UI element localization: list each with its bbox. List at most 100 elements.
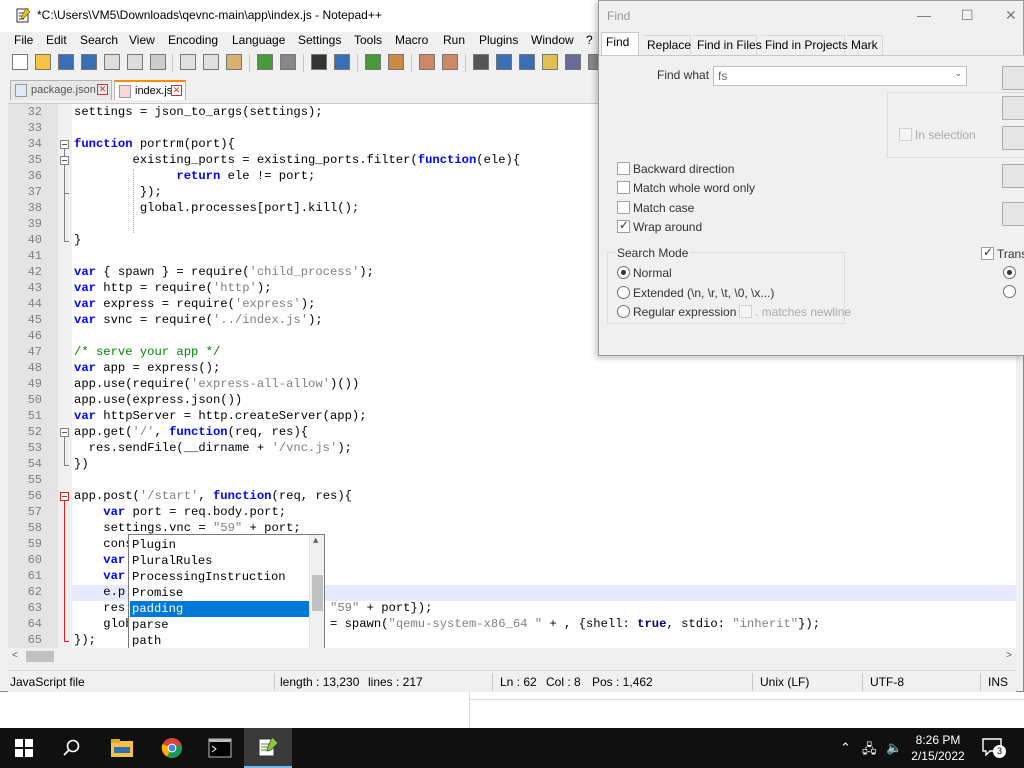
copy-icon[interactable] bbox=[203, 54, 219, 70]
minimize-icon[interactable]: — bbox=[917, 7, 931, 23]
tab-replace[interactable]: Replace bbox=[643, 35, 691, 55]
code-line[interactable]: var { spawn } = require('child_process')… bbox=[74, 265, 374, 279]
close-all-icon[interactable] bbox=[127, 54, 143, 70]
code-line[interactable]: } bbox=[74, 233, 81, 247]
chrome-button[interactable] bbox=[148, 728, 196, 768]
print-icon[interactable] bbox=[150, 54, 166, 70]
fold-toggle-icon[interactable] bbox=[60, 140, 69, 149]
code-line[interactable]: var httpServer = http.createServer(app); bbox=[74, 409, 367, 423]
menu-search[interactable]: Search bbox=[80, 33, 118, 47]
code-line[interactable]: }); bbox=[74, 185, 162, 199]
maximize-icon[interactable]: ☐ bbox=[961, 7, 974, 24]
autocomplete-item[interactable]: Plugin bbox=[130, 537, 310, 553]
find-all-current-button[interactable] bbox=[1002, 164, 1024, 188]
code-line[interactable]: global.processes[port].kill(); bbox=[74, 201, 359, 215]
close-button[interactable] bbox=[1002, 202, 1024, 226]
zoom-in-icon[interactable] bbox=[365, 54, 381, 70]
scroll-thumb[interactable] bbox=[26, 651, 54, 662]
autocomplete-list[interactable]: Plugin PluralRules ProcessingInstruction Pr… bbox=[128, 534, 325, 648]
cut-icon[interactable] bbox=[180, 54, 196, 70]
transparency-always-radio[interactable] bbox=[1003, 285, 1016, 298]
indent-guide-icon[interactable] bbox=[519, 54, 535, 70]
show-all-characters-icon[interactable] bbox=[496, 54, 512, 70]
fold-toggle-icon[interactable] bbox=[60, 428, 69, 437]
search-button[interactable] bbox=[48, 728, 96, 768]
horizontal-scrollbar[interactable]: < > bbox=[8, 648, 1016, 665]
zoom-out-icon[interactable] bbox=[388, 54, 404, 70]
autocomplete-scrollbar[interactable]: ▲ ▼ bbox=[309, 535, 324, 648]
backward-direction-checkbox[interactable] bbox=[617, 162, 630, 175]
word-wrap-icon[interactable] bbox=[473, 54, 489, 70]
menu-window[interactable]: Window bbox=[531, 33, 574, 47]
tab-find[interactable]: Find bbox=[601, 32, 639, 55]
tab-index-js[interactable]: index.js ✕ bbox=[114, 80, 186, 100]
menu-file[interactable]: File bbox=[14, 33, 33, 47]
code-line[interactable]: res.sendFile(__dirname + '/vnc.js'); bbox=[74, 441, 352, 455]
save-icon[interactable] bbox=[58, 54, 74, 70]
normal-mode-radio[interactable] bbox=[617, 266, 630, 279]
code-line[interactable]: var port = req.body.port; bbox=[74, 505, 286, 519]
autocomplete-item[interactable]: parse bbox=[130, 617, 310, 633]
tab-package-json[interactable]: package.json ✕ bbox=[10, 80, 112, 100]
menu-tools[interactable]: Tools bbox=[354, 33, 382, 47]
find-all-button[interactable] bbox=[1002, 126, 1024, 150]
code-line[interactable]: }) bbox=[74, 457, 89, 471]
code-line[interactable]: }); bbox=[74, 633, 96, 647]
matches-newline-checkbox[interactable] bbox=[739, 305, 752, 318]
replace-icon[interactable] bbox=[334, 54, 350, 70]
fold-toggle-icon[interactable] bbox=[60, 492, 69, 501]
match-whole-word-checkbox[interactable] bbox=[617, 181, 630, 194]
paste-icon[interactable] bbox=[226, 54, 242, 70]
in-selection-checkbox[interactable] bbox=[899, 128, 912, 141]
menu-help[interactable]: ? bbox=[586, 33, 593, 47]
status-encoding[interactable]: UTF-8 bbox=[870, 675, 904, 689]
menu-view[interactable]: View bbox=[129, 33, 155, 47]
code-line[interactable]: var express = require('express'); bbox=[74, 297, 315, 311]
tab-find-in-files[interactable]: Find in Files bbox=[693, 35, 762, 55]
chevron-up-icon[interactable]: ⌃ bbox=[840, 740, 851, 756]
autocomplete-item[interactable]: Promise bbox=[130, 585, 310, 601]
code-line[interactable]: app.post('/start', function(req, res){ bbox=[74, 489, 352, 503]
menu-edit[interactable]: Edit bbox=[46, 33, 67, 47]
open-file-icon[interactable] bbox=[35, 54, 51, 70]
save-all-icon[interactable] bbox=[81, 54, 97, 70]
regex-mode-radio[interactable] bbox=[617, 305, 630, 318]
autocomplete-item[interactable]: ProcessingInstruction bbox=[130, 569, 310, 585]
fold-margin[interactable] bbox=[58, 104, 72, 648]
find-next-button[interactable] bbox=[1002, 66, 1024, 90]
match-case-checkbox[interactable] bbox=[617, 201, 630, 214]
notepad-plus-plus-taskbar-button[interactable] bbox=[244, 728, 292, 768]
code-line[interactable]: var svnc = require('../index.js'); bbox=[74, 313, 323, 327]
file-explorer-button[interactable] bbox=[98, 728, 146, 768]
close-icon[interactable]: ✕ bbox=[1005, 7, 1017, 24]
redo-icon[interactable] bbox=[280, 54, 296, 70]
new-file-icon[interactable] bbox=[12, 54, 28, 70]
scroll-thumb[interactable] bbox=[312, 575, 323, 611]
fold-toggle-icon[interactable] bbox=[60, 156, 69, 165]
find-icon[interactable] bbox=[311, 54, 327, 70]
clock[interactable]: 8:26 PM 2/15/2022 bbox=[908, 732, 968, 764]
code-line[interactable]: app.use(require('express-all-allow')()) bbox=[74, 377, 359, 391]
code-line[interactable]: app.get('/', function(req, res){ bbox=[74, 425, 308, 439]
network-icon[interactable]: 🖧 bbox=[862, 740, 877, 762]
language-icon[interactable] bbox=[542, 54, 558, 70]
transparency-checkbox[interactable] bbox=[981, 245, 994, 260]
autocomplete-item[interactable]: padding bbox=[130, 601, 310, 617]
code-line[interactable]: settings = json_to_args(settings); bbox=[74, 105, 323, 119]
code-line[interactable]: var http = require('http'); bbox=[74, 281, 272, 295]
sync-horizontal-icon[interactable] bbox=[442, 54, 458, 70]
code-line[interactable]: e.p bbox=[74, 585, 125, 599]
function-list-icon[interactable] bbox=[565, 54, 581, 70]
close-tab-icon[interactable]: ✕ bbox=[171, 85, 182, 96]
undo-icon[interactable] bbox=[257, 54, 273, 70]
menu-plugins[interactable]: Plugins bbox=[479, 33, 518, 47]
find-what-input[interactable]: fs ⌄ bbox=[713, 66, 967, 86]
menu-macro[interactable]: Macro bbox=[395, 33, 428, 47]
code-line[interactable]: function portrm(port){ bbox=[74, 137, 235, 151]
code-line[interactable]: /* serve your app */ bbox=[74, 345, 220, 359]
wrap-around-checkbox[interactable] bbox=[617, 218, 630, 233]
code-line[interactable]: existing_ports = existing_ports.filter(f… bbox=[74, 153, 521, 167]
extended-mode-radio[interactable] bbox=[617, 286, 630, 299]
tab-find-in-projects[interactable]: Find in Projects bbox=[761, 35, 848, 55]
close-icon[interactable] bbox=[104, 54, 120, 70]
